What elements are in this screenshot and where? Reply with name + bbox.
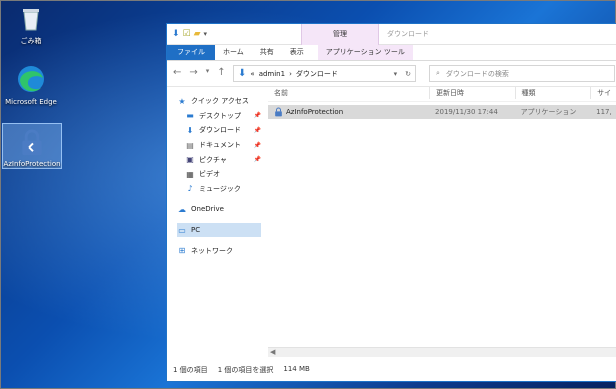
nav-label: ピクチャ bbox=[199, 155, 227, 164]
search-box[interactable]: ⌕ ダウンロードの検索 bbox=[429, 65, 615, 82]
nav-label: ネットワーク bbox=[191, 246, 233, 255]
back-arrow-icon[interactable]: ← bbox=[173, 67, 181, 78]
column-name[interactable]: 名前 bbox=[268, 87, 429, 99]
nav-item-music[interactable]: ♪ ミュージック bbox=[177, 182, 261, 197]
breadcrumb-downloads[interactable]: ダウンロード bbox=[296, 69, 338, 79]
tab-view[interactable]: 表示 bbox=[282, 44, 312, 60]
status-size: 114 MB bbox=[283, 365, 310, 373]
navigation-pane: ★ クイック アクセス ▬ デスクトップ 📌 ⬇ ダウンロード 📌 ▤ ドキュメ… bbox=[177, 94, 261, 258]
nav-item-desktop[interactable]: ▬ デスクトップ 📌 bbox=[177, 109, 261, 124]
forward-arrow-icon[interactable]: → bbox=[189, 67, 197, 78]
title-bar: ⬇ ☑ ▰ ▾ 管理 ダウンロード bbox=[167, 24, 616, 45]
nav-item-documents[interactable]: ▤ ドキュメント 📌 bbox=[177, 138, 261, 153]
desktop-icon-label: AzInfoProtection bbox=[3, 160, 61, 168]
nav-label: ビデオ bbox=[199, 170, 220, 179]
horizontal-scrollbar[interactable]: ◀ bbox=[268, 347, 616, 357]
status-selected: 1 個の項目を選択 bbox=[217, 366, 274, 374]
tab-home[interactable]: ホーム bbox=[215, 44, 252, 60]
nav-network[interactable]: ⊞ ネットワーク bbox=[177, 243, 261, 258]
desktop-icon-label: Microsoft Edge bbox=[5, 98, 57, 106]
nav-item-pictures[interactable]: ▣ ピクチャ 📌 bbox=[177, 152, 261, 167]
video-icon: ▦ bbox=[186, 169, 194, 179]
star-icon: ★ bbox=[178, 96, 186, 106]
address-row: ← → ▾ ↑ ⬇ « admin1 › ダウンロード ▾ ↻ ⌕ ダウンロード… bbox=[167, 61, 616, 87]
qat-dropdown-icon[interactable]: ▾ bbox=[204, 30, 208, 38]
nav-item-videos[interactable]: ▦ ビデオ bbox=[177, 167, 261, 182]
recycle-bin-icon bbox=[23, 9, 39, 31]
status-bar: 1 個の項目 1 個の項目を選択 114 MB bbox=[173, 365, 310, 375]
file-name-cell: AzInfoProtection bbox=[268, 107, 429, 117]
computer-icon: ▭ bbox=[178, 225, 186, 235]
refresh-icon[interactable]: ↻ bbox=[405, 70, 411, 78]
file-size: 117, bbox=[596, 108, 612, 116]
column-modified[interactable]: 更新日時 bbox=[429, 87, 515, 99]
nav-label: ダウンロード bbox=[199, 126, 241, 135]
nav-label: ミュージック bbox=[199, 184, 241, 193]
nav-pc[interactable]: ▭ PC bbox=[177, 222, 261, 238]
desktop-icon-recycle-bin[interactable]: ごみ箱 bbox=[2, 3, 60, 46]
pin-icon: 📌 bbox=[253, 126, 261, 134]
azip-lock-icon bbox=[275, 107, 282, 117]
new-folder-icon[interactable]: ▰ bbox=[194, 29, 201, 39]
edge-icon bbox=[18, 66, 44, 92]
tab-share[interactable]: 共有 bbox=[252, 44, 282, 60]
explorer-window: ⬇ ☑ ▰ ▾ 管理 ダウンロード ファイル ホーム 共有 表示 アプリケーショ… bbox=[166, 23, 616, 382]
nav-buttons: ← → ▾ ↑ bbox=[173, 67, 226, 78]
picture-icon: ▣ bbox=[186, 155, 194, 165]
music-icon: ♪ bbox=[187, 184, 193, 194]
desktop-icon: ▬ bbox=[186, 111, 194, 121]
status-item-count: 1 個の項目 bbox=[173, 366, 208, 374]
cloud-icon: ☁ bbox=[178, 204, 186, 214]
nav-label: PC bbox=[191, 226, 201, 235]
nav-label: OneDrive bbox=[191, 205, 224, 214]
column-headers: 名前 更新日時 種類 サイズ bbox=[268, 85, 616, 102]
ribbon-tabs: ファイル ホーム 共有 表示 アプリケーション ツール bbox=[167, 44, 616, 61]
pin-icon: 📌 bbox=[253, 156, 261, 164]
breadcrumb-admin1[interactable]: admin1 bbox=[259, 70, 285, 78]
file-modified: 2019/11/30 17:44 bbox=[435, 108, 498, 116]
up-arrow-icon[interactable]: ↑ bbox=[217, 67, 225, 78]
download-folder-icon: ⬇ bbox=[238, 68, 247, 79]
nav-onedrive[interactable]: ☁ OneDrive bbox=[177, 202, 261, 217]
breadcrumb-separator: › bbox=[289, 69, 292, 78]
pin-icon: 📌 bbox=[253, 141, 261, 149]
nav-label: デスクトップ bbox=[199, 111, 241, 120]
chevron-down-icon[interactable]: ▾ bbox=[394, 70, 398, 78]
nav-label: ドキュメント bbox=[199, 141, 241, 150]
file-row[interactable]: AzInfoProtection 2019/11/30 17:44 アプリケーシ… bbox=[268, 105, 616, 119]
desktop-icon-edge[interactable]: Microsoft Edge bbox=[2, 63, 60, 106]
scroll-left-icon[interactable]: ◀ bbox=[270, 348, 275, 356]
column-size[interactable]: サイズ bbox=[590, 87, 616, 99]
recent-chevron-icon[interactable]: ▾ bbox=[206, 67, 210, 78]
context-tab-manage[interactable]: 管理 bbox=[301, 24, 379, 45]
desktop-icon-label: ごみ箱 bbox=[20, 37, 42, 45]
quick-access-toolbar: ⬇ ☑ ▰ ▾ bbox=[172, 29, 207, 39]
document-icon: ▤ bbox=[186, 140, 194, 150]
nav-item-downloads[interactable]: ⬇ ダウンロード 📌 bbox=[177, 123, 261, 138]
download-arrow-icon[interactable]: ⬇ bbox=[172, 29, 180, 39]
search-placeholder: ダウンロードの検索 bbox=[445, 69, 509, 78]
nav-quick-access[interactable]: ★ クイック アクセス bbox=[177, 94, 261, 109]
tab-file[interactable]: ファイル bbox=[167, 44, 215, 60]
azip-lock-icon bbox=[22, 129, 42, 156]
download-icon: ⬇ bbox=[186, 125, 194, 135]
nav-label: クイック アクセス bbox=[191, 97, 249, 106]
file-type: アプリケーション bbox=[520, 108, 577, 116]
search-icon: ⌕ bbox=[436, 69, 440, 77]
properties-icon[interactable]: ☑ bbox=[183, 29, 191, 39]
path-overflow[interactable]: « bbox=[250, 70, 254, 78]
address-actions: ▾ ↻ bbox=[394, 70, 415, 78]
file-list: 名前 更新日時 種類 サイズ AzInfoProtection 2019/11/… bbox=[268, 85, 616, 357]
address-bar[interactable]: ⬇ « admin1 › ダウンロード ▾ ↻ bbox=[233, 65, 416, 82]
file-name: AzInfoProtection bbox=[286, 108, 344, 116]
window-title: ダウンロード bbox=[387, 30, 429, 38]
column-type[interactable]: 種類 bbox=[514, 87, 591, 99]
network-icon: ⊞ bbox=[178, 246, 186, 256]
pin-icon: 📌 bbox=[253, 112, 261, 120]
tab-application-tools[interactable]: アプリケーション ツール bbox=[317, 44, 413, 60]
desktop-icon-azinfoprotection[interactable]: AzInfoProtection bbox=[2, 123, 62, 169]
